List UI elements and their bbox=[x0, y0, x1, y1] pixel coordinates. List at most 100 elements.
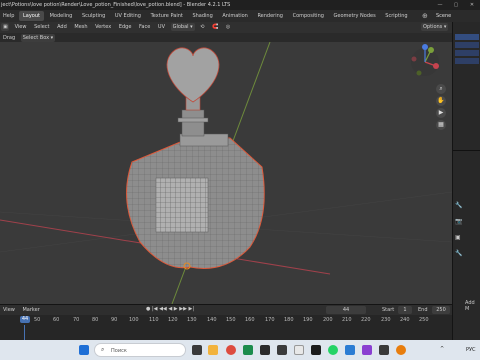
end-frame-field[interactable]: 250 bbox=[432, 306, 450, 314]
select-box-dropdown[interactable]: Select Box ▾ bbox=[20, 34, 56, 42]
outliner-row[interactable] bbox=[455, 58, 479, 64]
render-properties-icon[interactable]: 📷 bbox=[455, 218, 462, 225]
ruler-tick: 140 bbox=[207, 317, 217, 323]
proportional-edit-icon[interactable]: ◎ bbox=[224, 23, 232, 31]
add-workspace-icon[interactable]: ⊕ bbox=[422, 11, 432, 21]
tab-scripting[interactable]: Scripting bbox=[381, 11, 411, 21]
zoom-icon[interactable]: ⌕ bbox=[436, 84, 446, 94]
panel-divider bbox=[453, 150, 480, 151]
file-explorer-icon[interactable] bbox=[208, 345, 218, 355]
app-icon[interactable] bbox=[311, 345, 321, 355]
ruler-tick: 220 bbox=[361, 317, 371, 323]
scene-label[interactable]: Scene bbox=[436, 13, 451, 19]
windows-start-icon[interactable] bbox=[79, 345, 89, 355]
options-menu[interactable]: Options ▾ bbox=[421, 23, 449, 31]
tab-sculpting[interactable]: Sculpting bbox=[78, 11, 109, 21]
ruler-tick: 130 bbox=[187, 317, 197, 323]
ruler-tick: 60 bbox=[53, 317, 60, 323]
start-label: Start bbox=[382, 307, 395, 313]
add-modifier-button[interactable]: Add M bbox=[465, 300, 480, 312]
maximize-button[interactable]: ▢ bbox=[448, 0, 464, 10]
pan-hand-icon[interactable]: ✋ bbox=[436, 96, 446, 106]
outliner-row[interactable] bbox=[455, 50, 479, 56]
blender-icon[interactable] bbox=[396, 345, 406, 355]
navigation-gizmo[interactable] bbox=[411, 44, 439, 76]
ruler-tick: 180 bbox=[284, 317, 294, 323]
timeline-menu-marker[interactable]: Marker bbox=[20, 306, 41, 314]
start-frame-field[interactable]: 1 bbox=[398, 306, 412, 314]
pivot-icon[interactable]: ⟲ bbox=[198, 23, 206, 31]
menu-help[interactable]: Help bbox=[0, 10, 17, 22]
menu-uv[interactable]: UV bbox=[156, 23, 167, 31]
app-icon[interactable] bbox=[379, 345, 389, 355]
ruler-tick: 200 bbox=[323, 317, 333, 323]
app-icon[interactable] bbox=[294, 345, 304, 355]
minimize-button[interactable]: — bbox=[432, 0, 448, 10]
chrome-icon[interactable] bbox=[226, 345, 236, 355]
3d-viewport[interactable]: ⌕ ✋ ▶ ▦ bbox=[0, 42, 452, 304]
app-icon[interactable] bbox=[260, 345, 270, 355]
ruler-tick: 170 bbox=[265, 317, 275, 323]
tab-shading[interactable]: Shading bbox=[188, 11, 216, 21]
tool-settings-header: Drag Select Box ▾ bbox=[0, 33, 452, 42]
menu-vertex[interactable]: Vertex bbox=[93, 23, 113, 31]
modifier-wrench-icon[interactable]: 🔧 bbox=[455, 250, 462, 257]
tool-properties-icon[interactable]: 🔧 bbox=[455, 202, 462, 209]
snap-icon[interactable]: 🧲 bbox=[210, 23, 220, 31]
tab-layout[interactable]: Layout bbox=[19, 11, 44, 21]
object-properties-icon[interactable]: ▣ bbox=[455, 234, 461, 241]
visual-studio-icon[interactable] bbox=[362, 345, 372, 355]
tab-compositing[interactable]: Compositing bbox=[289, 11, 328, 21]
drag-label: Drag bbox=[3, 35, 16, 41]
current-frame-field[interactable]: 44 bbox=[326, 306, 366, 314]
window-titlebar: ject\Potions\love potion\Render\Love_pot… bbox=[0, 0, 480, 10]
ruler-tick: 100 bbox=[129, 317, 139, 323]
menu-edge[interactable]: Edge bbox=[117, 23, 134, 31]
tab-modeling[interactable]: Modeling bbox=[46, 11, 77, 21]
camera-view-icon[interactable]: ▶ bbox=[436, 108, 446, 118]
tab-texture-paint[interactable]: Texture Paint bbox=[147, 11, 187, 21]
timeline-header: View Marker ● |◀ ◀◀ ◀ ▶ ▶▶ ▶| 44 Start 1… bbox=[0, 305, 452, 315]
task-view-icon[interactable] bbox=[192, 345, 202, 355]
ruler-tick: 160 bbox=[245, 317, 255, 323]
ruler-tick: 110 bbox=[149, 317, 159, 323]
app-icon[interactable] bbox=[243, 345, 253, 355]
tab-rendering[interactable]: Rendering bbox=[253, 11, 287, 21]
workspace-menubar: Help Layout Modeling Sculpting UV Editin… bbox=[0, 10, 480, 22]
menu-add[interactable]: Add bbox=[55, 23, 69, 31]
ruler-tick: 150 bbox=[226, 317, 236, 323]
transform-orientation-select[interactable]: Global ▾ bbox=[170, 23, 195, 31]
potion-bottle-mesh[interactable] bbox=[126, 47, 265, 270]
outliner-row[interactable] bbox=[455, 42, 479, 48]
outliner-row-selected[interactable] bbox=[455, 34, 479, 40]
ruler-tick: 90 bbox=[111, 317, 118, 323]
whatsapp-icon[interactable] bbox=[328, 345, 338, 355]
timeline-editor: View Marker ● |◀ ◀◀ ◀ ▶ ▶▶ ▶| 44 Start 1… bbox=[0, 304, 452, 341]
timeline-menu-view[interactable]: View bbox=[1, 306, 17, 314]
playhead-current-frame[interactable]: 44 bbox=[20, 316, 30, 323]
playback-controls[interactable]: ● |◀ ◀◀ ◀ ▶ ▶▶ ▶| bbox=[146, 306, 194, 312]
chevron-up-icon[interactable]: ^ bbox=[440, 346, 444, 352]
taskbar-search-box[interactable]: ⌕ Поиск bbox=[94, 343, 186, 357]
menu-select[interactable]: Select bbox=[32, 23, 51, 31]
menu-view[interactable]: View bbox=[13, 23, 29, 31]
end-label: End bbox=[418, 307, 428, 313]
window-title: ject\Potions\love potion\Render\Love_pot… bbox=[1, 2, 231, 8]
tab-geometry-nodes[interactable]: Geometry Nodes bbox=[330, 11, 380, 21]
tab-uv-editing[interactable]: UV Editing bbox=[111, 11, 145, 21]
menu-face[interactable]: Face bbox=[137, 23, 152, 31]
menu-mesh[interactable]: Mesh bbox=[72, 23, 89, 31]
language-indicator[interactable]: РУС bbox=[466, 347, 476, 353]
close-button[interactable]: ✕ bbox=[464, 0, 480, 10]
app-icon[interactable] bbox=[277, 345, 287, 355]
viewport-canvas[interactable] bbox=[0, 42, 452, 304]
search-icon: ⌕ bbox=[101, 346, 105, 353]
tab-animation[interactable]: Animation bbox=[218, 11, 252, 21]
frame-ruler[interactable]: 44 50 60 70 80 90 100 110 120 130 140 15… bbox=[0, 315, 452, 325]
perspective-grid-icon[interactable]: ▦ bbox=[436, 120, 446, 130]
editor-type-icon[interactable]: ▣ bbox=[1, 23, 9, 31]
app-icon[interactable] bbox=[345, 345, 355, 355]
properties-panel: 🔧 📷 ▣ 🔧 Add M bbox=[452, 22, 480, 340]
ruler-tick: 70 bbox=[73, 317, 80, 323]
ruler-tick: 50 bbox=[34, 317, 41, 323]
